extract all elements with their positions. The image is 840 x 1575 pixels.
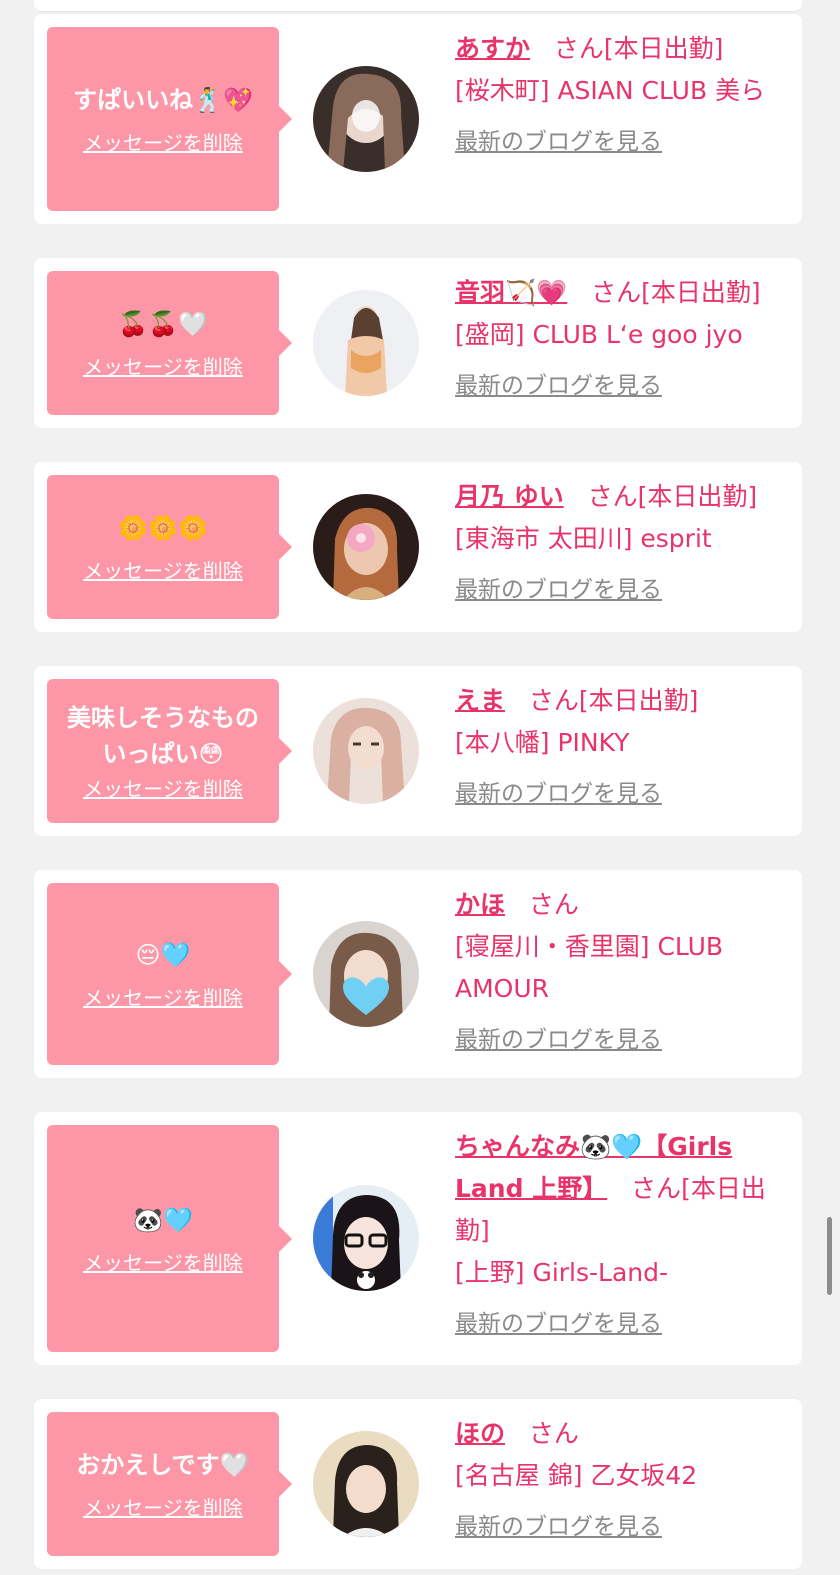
delete-message-link[interactable]: メッセージを削除 (83, 558, 243, 584)
message-text: 🌼🌼🌼 (118, 514, 208, 542)
work-status: [本日出勤] (641, 278, 761, 307)
message-text: すぱいいね🕺💖 (73, 86, 253, 114)
favorite-card: 🌼🌼🌼 メッセージを削除 月乃 ゆい さん[本日出勤] [東海市 太田川] es… (34, 462, 802, 632)
cast-info: ちゃんなみ🐼🩵【Girls Land 上野】 さん[本日出勤] [上野] Gir… (455, 1126, 795, 1338)
honorific: さん (528, 1419, 579, 1448)
cast-name-link[interactable]: えま (455, 686, 505, 715)
shop-name: [本八幡] PINKY (455, 728, 630, 757)
cast-name-link[interactable]: かほ (455, 890, 505, 919)
honorific: さん (587, 482, 638, 511)
message-text: おかえしです🤍 (76, 1451, 250, 1479)
shop-name: [名古屋 錦] 乙女坂42 (455, 1461, 698, 1490)
message-bubble: 🌼🌼🌼 メッセージを削除 (47, 475, 292, 619)
honorific: さん (528, 890, 579, 919)
favorite-card: 🐼🩵 メッセージを削除 ちゃんなみ🐼🩵【Girls Land 上野】 さん[本日… (34, 1112, 802, 1365)
cast-info: 音羽🏹💗 さん[本日出勤] [盛岡] CLUB L‘e goo jyo 最新のブ… (455, 272, 795, 400)
honorific: さん (591, 278, 642, 307)
favorite-card: おかえしです🤍 メッセージを削除 ほの さん [名古屋 錦] 乙女坂42 最新の… (34, 1399, 802, 1569)
avatar[interactable] (313, 921, 419, 1027)
avatar[interactable] (313, 66, 419, 172)
latest-blog-link[interactable]: 最新のブログを見る (455, 366, 662, 400)
honorific: さん (528, 686, 579, 715)
message-text: 🍒🍒🤍 (118, 310, 208, 338)
cast-info: 月乃 ゆい さん[本日出勤] [東海市 太田川] esprit 最新のブログを見… (455, 476, 795, 604)
avatar[interactable] (313, 290, 419, 396)
message-text: 😔🩵 (135, 941, 191, 969)
work-status: [本日出勤] (578, 686, 699, 715)
honorific: さん (553, 34, 604, 63)
cast-info: ほの さん [名古屋 錦] 乙女坂42 最新のブログを見る (455, 1413, 795, 1541)
message-bubble: 😔🩵 メッセージを削除 (47, 883, 292, 1065)
cast-info: かほ さん [寝屋川・香里園] CLUB AMOUR 最新のブログを見る (455, 884, 795, 1054)
delete-message-link[interactable]: メッセージを削除 (83, 985, 243, 1011)
favorite-card: 🍒🍒🤍 メッセージを削除 音羽🏹💗 さん[本日出勤] [盛岡] CLUB L‘e… (34, 258, 802, 428)
message-bubble: 🐼🩵 メッセージを削除 (47, 1125, 292, 1352)
cast-name-link[interactable]: ほの (455, 1419, 505, 1448)
latest-blog-link[interactable]: 最新のブログを見る (455, 1507, 662, 1541)
shop-name: [寝屋川・香里園] CLUB AMOUR (455, 932, 724, 1003)
cast-info: えま さん[本日出勤] [本八幡] PINKY 最新のブログを見る (455, 680, 795, 808)
cast-name-link[interactable]: あすか (455, 34, 530, 63)
favorite-card: すぱいいね🕺💖 メッセージを削除 あすか さん[本日出勤] [桜木町] ASIA… (34, 14, 802, 224)
shop-name: [東海市 太田川] esprit (455, 524, 712, 553)
delete-message-link[interactable]: メッセージを削除 (83, 776, 243, 802)
message-bubble: 🍒🍒🤍 メッセージを削除 (47, 271, 292, 415)
previous-card-edge (34, 0, 802, 12)
favorite-card: 😔🩵 メッセージを削除 かほ さん [寝屋川・香里園] CLUB AMOUR 最… (34, 870, 802, 1078)
message-bubble: おかえしです🤍 メッセージを削除 (47, 1412, 292, 1556)
latest-blog-link[interactable]: 最新のブログを見る (455, 1304, 662, 1338)
shop-name: [盛岡] CLUB L‘e goo jyo (455, 320, 743, 349)
latest-blog-link[interactable]: 最新のブログを見る (455, 122, 662, 156)
honorific: さん (631, 1174, 682, 1203)
latest-blog-link[interactable]: 最新のブログを見る (455, 570, 662, 604)
message-text: 美味しそうなものいっぱい😳 (67, 704, 259, 768)
avatar[interactable] (313, 1431, 419, 1537)
shop-name: [桜木町] ASIAN CLUB 美ら (455, 76, 766, 105)
delete-message-link[interactable]: メッセージを削除 (83, 354, 243, 380)
message-bubble: 美味しそうなものいっぱい😳 メッセージを削除 (47, 679, 292, 823)
cast-name-link[interactable]: 音羽🏹💗 (455, 278, 567, 307)
avatar[interactable] (313, 698, 419, 804)
work-status: [本日出勤] (637, 482, 758, 511)
avatar[interactable] (313, 1185, 419, 1291)
delete-message-link[interactable]: メッセージを削除 (83, 130, 243, 156)
latest-blog-link[interactable]: 最新のブログを見る (455, 1020, 662, 1054)
latest-blog-link[interactable]: 最新のブログを見る (455, 774, 662, 808)
delete-message-link[interactable]: メッセージを削除 (83, 1250, 243, 1276)
favorite-card: 美味しそうなものいっぱい😳 メッセージを削除 えま さん[本日出勤] [本八幡]… (34, 666, 802, 836)
message-bubble: すぱいいね🕺💖 メッセージを削除 (47, 27, 292, 211)
shop-name: [上野] Girls-Land- (455, 1258, 669, 1287)
scrollbar[interactable] (827, 1217, 832, 1295)
work-status: [本日出勤] (603, 34, 724, 63)
cast-info: あすか さん[本日出勤] [桜木町] ASIAN CLUB 美ら 最新のブログを… (455, 28, 795, 156)
avatar[interactable] (313, 494, 419, 600)
cast-name-link[interactable]: 月乃 ゆい (455, 482, 564, 511)
delete-message-link[interactable]: メッセージを削除 (83, 1495, 243, 1521)
message-text: 🐼🩵 (133, 1205, 193, 1234)
